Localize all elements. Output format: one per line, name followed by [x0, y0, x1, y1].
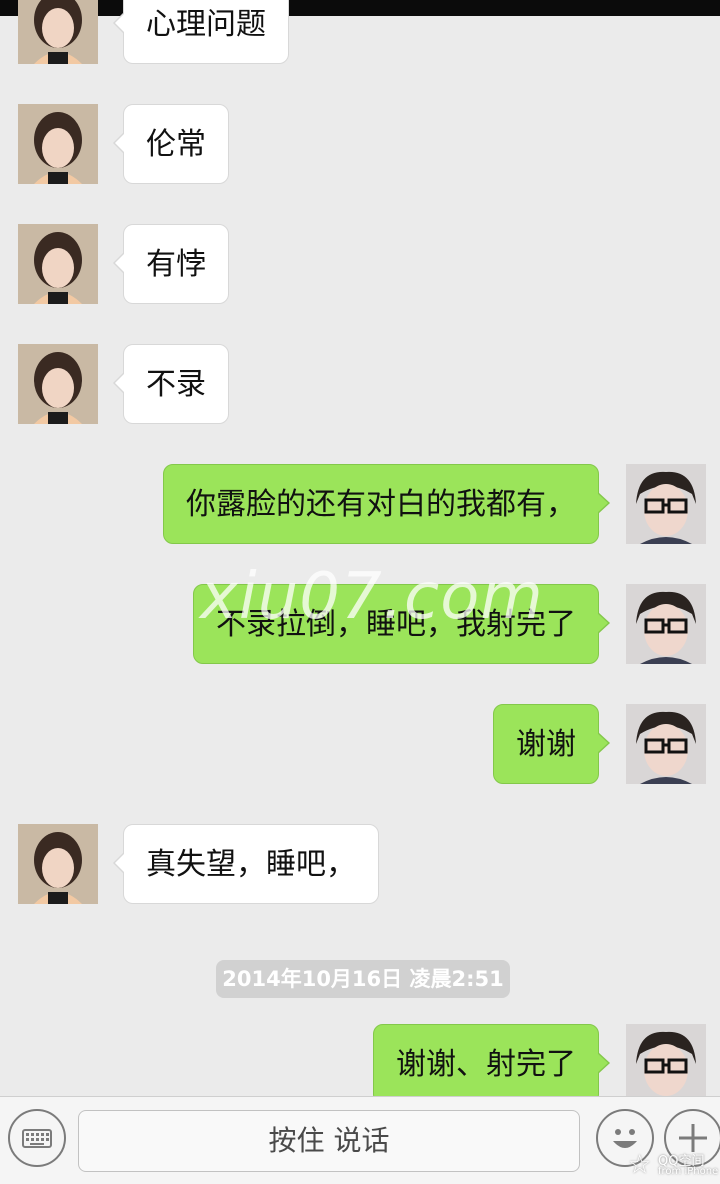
message-bubble-incoming[interactable]: 伦常	[113, 104, 229, 184]
message-bubble-outgoing[interactable]: 不录拉倒，睡吧，我射完了	[193, 584, 610, 664]
message-text: 不录	[146, 367, 206, 402]
keyboard-toggle-button[interactable]	[8, 1109, 66, 1167]
status-bar	[0, 0, 720, 16]
keyboard-icon	[22, 1129, 52, 1148]
message-bubble-outgoing[interactable]: 你露脸的还有对白的我都有，	[163, 464, 610, 544]
message-text: 心理问题	[146, 7, 266, 42]
message-bubble-incoming[interactable]: 真失望，睡吧，	[113, 824, 379, 904]
message-text: 伦常	[146, 127, 206, 162]
qq-zone-watermark: ☆ QQ空间 from iPhone	[628, 1148, 718, 1182]
hold-to-talk-button[interactable]: 按住 说话	[78, 1110, 580, 1172]
message-text: 真失望，睡吧，	[146, 847, 356, 882]
message-bubble-outgoing[interactable]: 谢谢、射完了	[373, 1024, 610, 1096]
self-avatar[interactable]	[626, 704, 706, 784]
message-text: 有悖	[146, 247, 206, 282]
self-avatar[interactable]	[626, 1024, 706, 1096]
chat-timestamp: 2014年10月16日 凌晨2:51	[216, 960, 510, 998]
chat-area[interactable]: 心理问题 伦常 有悖 不录 你露脸的还有对白的我都有， 不录拉倒，睡吧，我射完了…	[0, 0, 720, 1096]
self-avatar[interactable]	[626, 464, 706, 544]
contact-avatar[interactable]	[18, 344, 98, 424]
star-icon: ☆	[628, 1150, 652, 1180]
message-bubble-incoming[interactable]: 心理问题	[113, 0, 289, 64]
message-text: 不录拉倒，睡吧，我射完了	[216, 607, 576, 642]
contact-avatar[interactable]	[18, 824, 98, 904]
message-text: 谢谢	[516, 727, 576, 762]
contact-avatar[interactable]	[18, 104, 98, 184]
message-bubble-incoming[interactable]: 不录	[113, 344, 229, 424]
self-avatar[interactable]	[626, 584, 706, 664]
message-bubble-incoming[interactable]: 有悖	[113, 224, 229, 304]
contact-avatar[interactable]	[18, 224, 98, 304]
message-text: 谢谢、射完了	[396, 1047, 576, 1082]
contact-avatar[interactable]	[18, 0, 98, 64]
watermark-line2: from iPhone	[658, 1166, 719, 1177]
message-bubble-outgoing[interactable]: 谢谢	[493, 704, 610, 784]
input-bar: 按住 说话	[0, 1096, 720, 1184]
message-text: 你露脸的还有对白的我都有，	[186, 487, 576, 522]
